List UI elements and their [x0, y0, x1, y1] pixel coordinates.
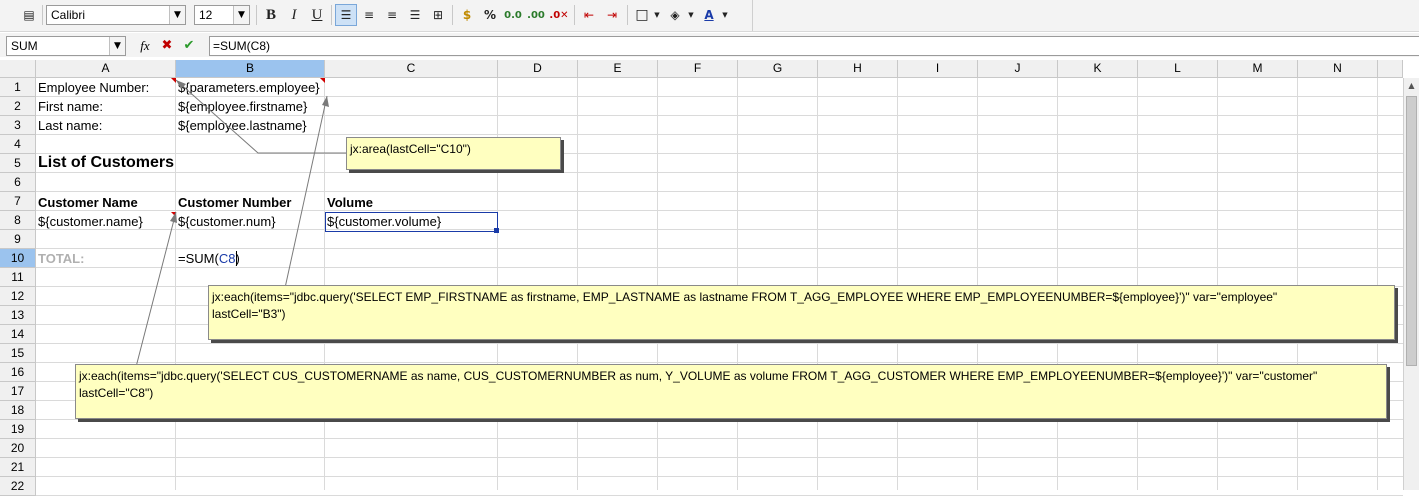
employee-connector [284, 95, 328, 289]
customer-connector [135, 211, 177, 368]
comment-area-note[interactable]: jx:area(lastCell="C10") [346, 137, 561, 170]
connector-arrowhead [170, 212, 177, 223]
comment-customer-note[interactable]: jx:each(items="jdbc.query('SELECT CUS_CU… [75, 364, 1387, 419]
connector-arrowhead [322, 96, 329, 107]
area-connector [175, 79, 349, 154]
comment-employee-note[interactable]: jx:each(items="jdbc.query('SELECT EMP_FI… [208, 285, 1395, 340]
